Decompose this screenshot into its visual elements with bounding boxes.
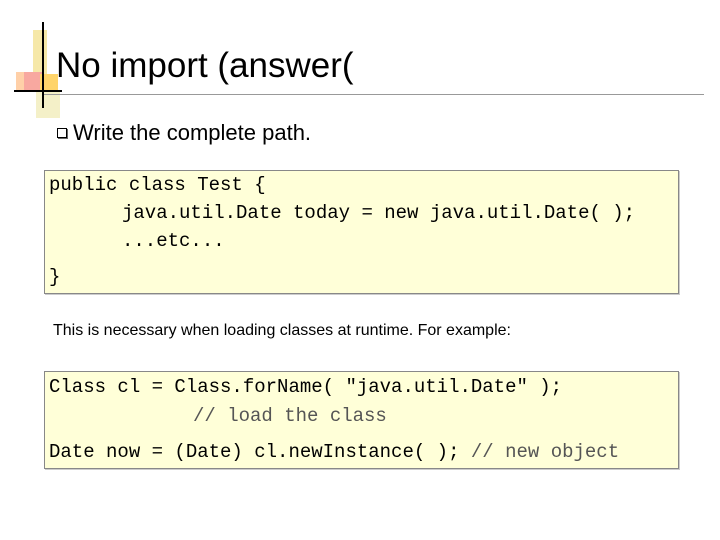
code-comment: // load the class (193, 405, 387, 427)
slide-title: No import (answer( (56, 46, 354, 85)
code-comment: // new object (470, 441, 620, 463)
title-divider (44, 94, 704, 95)
code-line: public class Test { (49, 174, 266, 196)
code-line: } (49, 266, 61, 288)
code-line: java.util.Date today = new java.util.Dat… (122, 202, 636, 224)
code-block-forname: Class cl = Class.forName( "java.util.Dat… (44, 371, 679, 469)
code-line: Class cl = Class.forName( "java.util.Dat… (49, 376, 563, 398)
square-bullet-icon (57, 128, 67, 138)
logo-vertical-line (42, 22, 44, 108)
code-block-class-test: public class Test { java.util.Date today… (44, 170, 679, 294)
code-text: Date now = (Date) cl.newInstance( ); (49, 441, 471, 463)
explanation-text: This is necessary when loading classes a… (53, 322, 511, 339)
bullet-text: Write the complete path. (73, 120, 312, 145)
code-line: Date now = (Date) cl.newInstance( ); // … (49, 438, 619, 466)
code-line: ...etc... (122, 230, 225, 252)
logo-horizontal-line (14, 90, 62, 92)
logo-square (33, 30, 47, 74)
